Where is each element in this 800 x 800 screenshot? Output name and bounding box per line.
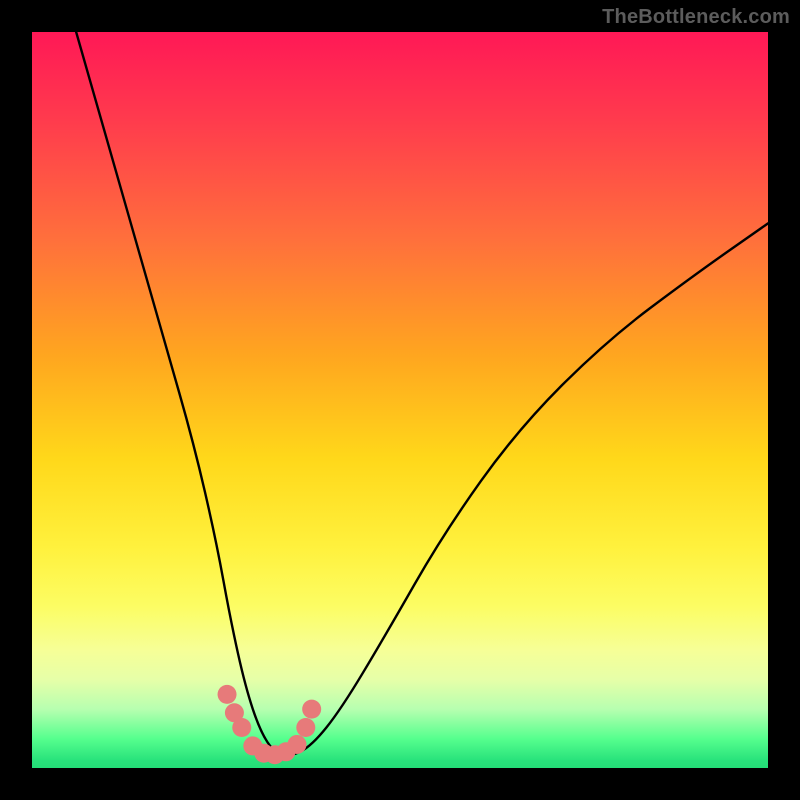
chart-frame: TheBottleneck.com: [0, 0, 800, 800]
plot-area: [32, 32, 768, 768]
bottleneck-curve-path: [76, 32, 768, 756]
marker-dot: [287, 735, 306, 754]
marker-dots-group: [218, 685, 322, 764]
marker-dot: [296, 718, 315, 737]
marker-dot: [302, 700, 321, 719]
marker-dot: [232, 718, 251, 737]
marker-dot: [218, 685, 237, 704]
watermark-text: TheBottleneck.com: [602, 6, 790, 29]
bottleneck-curve-svg: [32, 32, 768, 768]
